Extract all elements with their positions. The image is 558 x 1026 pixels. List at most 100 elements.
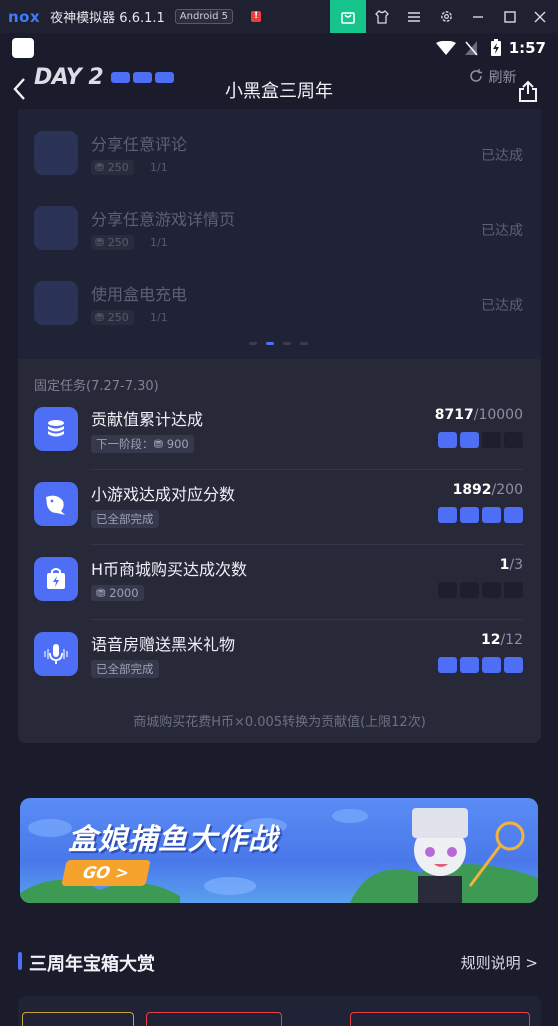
completed-tasks-card: 分享任意评论 ⛃ 250 1/1 已达成 分享任意游戏详情页 ⛃ 250 1/1… bbox=[18, 109, 541, 359]
coin-icon: ⛃ bbox=[95, 236, 108, 249]
treasure-box-slot[interactable] bbox=[22, 1012, 134, 1026]
task-subtitle: ⛃ 2000 bbox=[91, 585, 144, 601]
rules-link[interactable]: 规则说明 > bbox=[461, 952, 538, 973]
notification-icon bbox=[12, 38, 34, 58]
treasure-box-slot[interactable] bbox=[350, 1012, 530, 1026]
progress-block bbox=[504, 432, 523, 448]
progress-block bbox=[482, 657, 501, 673]
task-title: H币商城购买达成次数 bbox=[91, 560, 248, 579]
task-icon-tile bbox=[34, 407, 78, 451]
status-time: 1:57 bbox=[508, 39, 546, 57]
banner-title: 盒娘捕鱼大作战 bbox=[68, 822, 279, 856]
progress-blocks bbox=[438, 432, 523, 448]
progress-blocks bbox=[438, 582, 523, 598]
completed-task-row: 分享任意评论 ⛃ 250 1/1 已达成 bbox=[18, 119, 541, 193]
task-progress: 1892/200 bbox=[452, 482, 523, 498]
wifi-icon bbox=[436, 41, 456, 55]
minimize-button[interactable] bbox=[462, 0, 494, 33]
refresh-label: 刷新 bbox=[488, 70, 517, 86]
coin-reward-badge: ⛃ 250 bbox=[91, 310, 134, 325]
task-progress: 8717/10000 bbox=[434, 407, 523, 423]
task-icon bbox=[34, 281, 78, 325]
nox-logo: nox bbox=[8, 7, 41, 26]
app-header: DAY 2 小黑盒三周年 刷新 bbox=[0, 63, 558, 109]
coin-icon: ⛃ bbox=[95, 161, 108, 174]
maximize-button[interactable] bbox=[494, 0, 526, 33]
progress-block bbox=[460, 582, 479, 598]
settings-icon bbox=[440, 11, 452, 22]
task-subtitle: 已全部完成 bbox=[91, 660, 159, 678]
progress-blocks bbox=[438, 507, 523, 523]
task-title: 分享任意评论 bbox=[91, 135, 188, 154]
progress-block bbox=[438, 432, 457, 448]
section-title: 三周年宝箱大赏 bbox=[29, 954, 155, 975]
fixed-task-row[interactable]: 贡献值累计达成 下一阶段：⛃ 900 8717/10000 bbox=[18, 395, 541, 470]
task-subtitle: 下一阶段：⛃ 900 bbox=[91, 435, 194, 453]
task-title: 分享任意游戏详情页 bbox=[91, 210, 236, 229]
no-signal-icon bbox=[465, 41, 478, 56]
shirt-icon bbox=[375, 9, 389, 24]
fishing-game-banner[interactable]: 盒娘捕鱼大作战 GO > bbox=[20, 798, 538, 903]
refresh-icon bbox=[470, 69, 482, 82]
task-progress: 1/3 bbox=[499, 557, 523, 573]
menu-icon bbox=[408, 11, 420, 22]
microphone-icon bbox=[44, 644, 68, 664]
task-status: 已达成 bbox=[481, 148, 523, 164]
completed-task-row: 使用盒电充电 ⛃ 250 1/1 已达成 bbox=[18, 269, 541, 343]
minimize-icon bbox=[473, 15, 483, 18]
section-accent-bar bbox=[18, 952, 22, 970]
task-progress: 1/1 bbox=[150, 311, 168, 324]
coin-reward-badge: ⛃ 250 bbox=[91, 235, 134, 250]
task-status: 已达成 bbox=[481, 298, 523, 314]
banner-go-button[interactable]: GO > bbox=[61, 860, 151, 886]
shirt-button[interactable] bbox=[366, 0, 398, 33]
progress-blocks bbox=[438, 657, 523, 673]
refresh-button[interactable]: 刷新 bbox=[468, 67, 516, 87]
fixed-tasks-header: 固定任务(7.27-7.30) bbox=[34, 379, 159, 394]
fixed-task-row[interactable]: 语音房赠送黑米礼物 已全部完成 12/12 bbox=[18, 620, 541, 695]
progress-block bbox=[438, 582, 457, 598]
coin-icon: ⛃ bbox=[96, 586, 110, 600]
progress-block bbox=[504, 582, 523, 598]
alert-icon[interactable]: ! bbox=[251, 11, 261, 22]
progress-block bbox=[482, 432, 501, 448]
bag-icon bbox=[341, 11, 355, 24]
task-icon bbox=[34, 131, 78, 175]
coin-icon: ⛃ bbox=[153, 437, 167, 451]
task-icon bbox=[34, 206, 78, 250]
close-button[interactable] bbox=[524, 0, 556, 33]
task-title: 语音房赠送黑米礼物 bbox=[91, 635, 236, 654]
battery-charging-icon bbox=[491, 39, 501, 56]
task-subtitle: 已全部完成 bbox=[91, 510, 159, 528]
emulator-title: 夜神模拟器 6.6.1.1 bbox=[50, 11, 165, 26]
task-icon-tile bbox=[34, 632, 78, 676]
share-icon[interactable] bbox=[516, 79, 540, 103]
task-icon-tile bbox=[34, 557, 78, 601]
fish-icon bbox=[46, 495, 65, 515]
progress-block bbox=[460, 507, 479, 523]
task-progress: 12/12 bbox=[480, 632, 523, 648]
progress-block bbox=[460, 432, 479, 448]
fixed-task-row[interactable]: 小游戏达成对应分数 已全部完成 1892/200 bbox=[18, 470, 541, 545]
treasure-box-slot[interactable] bbox=[146, 1012, 282, 1026]
completed-task-row: 分享任意游戏详情页 ⛃ 250 1/1 已达成 bbox=[18, 194, 541, 268]
shop-bag-icon bbox=[47, 568, 65, 589]
conversion-note: 商城购买花费H币×0.005转换为贡献值(上限12次) bbox=[133, 715, 426, 730]
page-dot-active[interactable] bbox=[266, 342, 274, 345]
task-title: 小游戏达成对应分数 bbox=[91, 485, 236, 504]
bag-button[interactable] bbox=[330, 0, 366, 33]
task-status: 已达成 bbox=[481, 223, 523, 239]
menu-button[interactable] bbox=[398, 0, 430, 33]
database-icon bbox=[48, 420, 64, 437]
settings-button[interactable] bbox=[430, 0, 462, 33]
progress-block bbox=[438, 657, 457, 673]
fixed-task-row[interactable]: H币商城购买达成次数 ⛃ 2000 1/3 bbox=[18, 545, 541, 620]
progress-block bbox=[482, 582, 501, 598]
page-dot[interactable] bbox=[300, 342, 308, 345]
progress-block bbox=[438, 507, 457, 523]
progress-block bbox=[460, 657, 479, 673]
page-dot[interactable] bbox=[249, 342, 257, 345]
page-dot[interactable] bbox=[283, 342, 291, 345]
coin-icon: ⛃ bbox=[95, 311, 108, 324]
progress-block bbox=[504, 507, 523, 523]
